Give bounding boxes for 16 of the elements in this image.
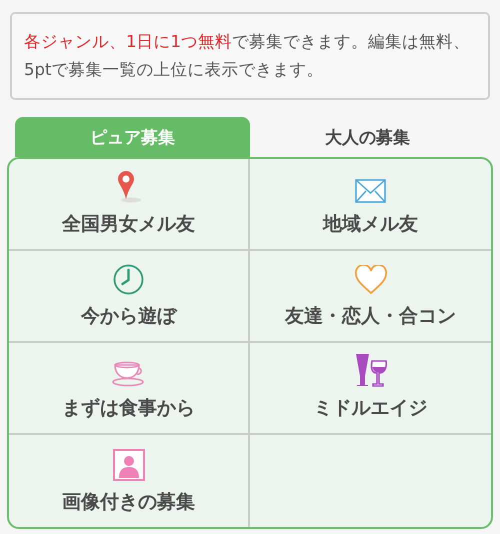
- notice-text: 各ジャンル、1日に1つ無料で募集できます。編集は無料、5ptで募集一覧の上位に表示できます。: [10, 12, 490, 100]
- category-label[interactable]: 友達・恋人・合コン: [285, 303, 456, 329]
- category-label[interactable]: まずは食事から: [62, 395, 195, 421]
- category-label[interactable]: 全国男女メル友: [62, 211, 195, 237]
- portrait-photo-icon: [112, 449, 144, 481]
- category-label[interactable]: ミドルエイジ: [314, 395, 428, 421]
- map-pin-icon: [116, 169, 142, 203]
- tab[interactable]: 大人の募集: [250, 117, 485, 157]
- clock-icon: [113, 264, 144, 295]
- envelope-icon: [355, 179, 386, 203]
- teacup-icon: [112, 361, 146, 387]
- category-label[interactable]: 画像付きの募集: [62, 489, 195, 515]
- category-label[interactable]: 今から遊ぼ: [81, 303, 176, 329]
- drink-glasses-icon: [354, 353, 388, 387]
- heart-icon: [354, 265, 388, 295]
- category-label[interactable]: 地域メル友: [323, 211, 418, 237]
